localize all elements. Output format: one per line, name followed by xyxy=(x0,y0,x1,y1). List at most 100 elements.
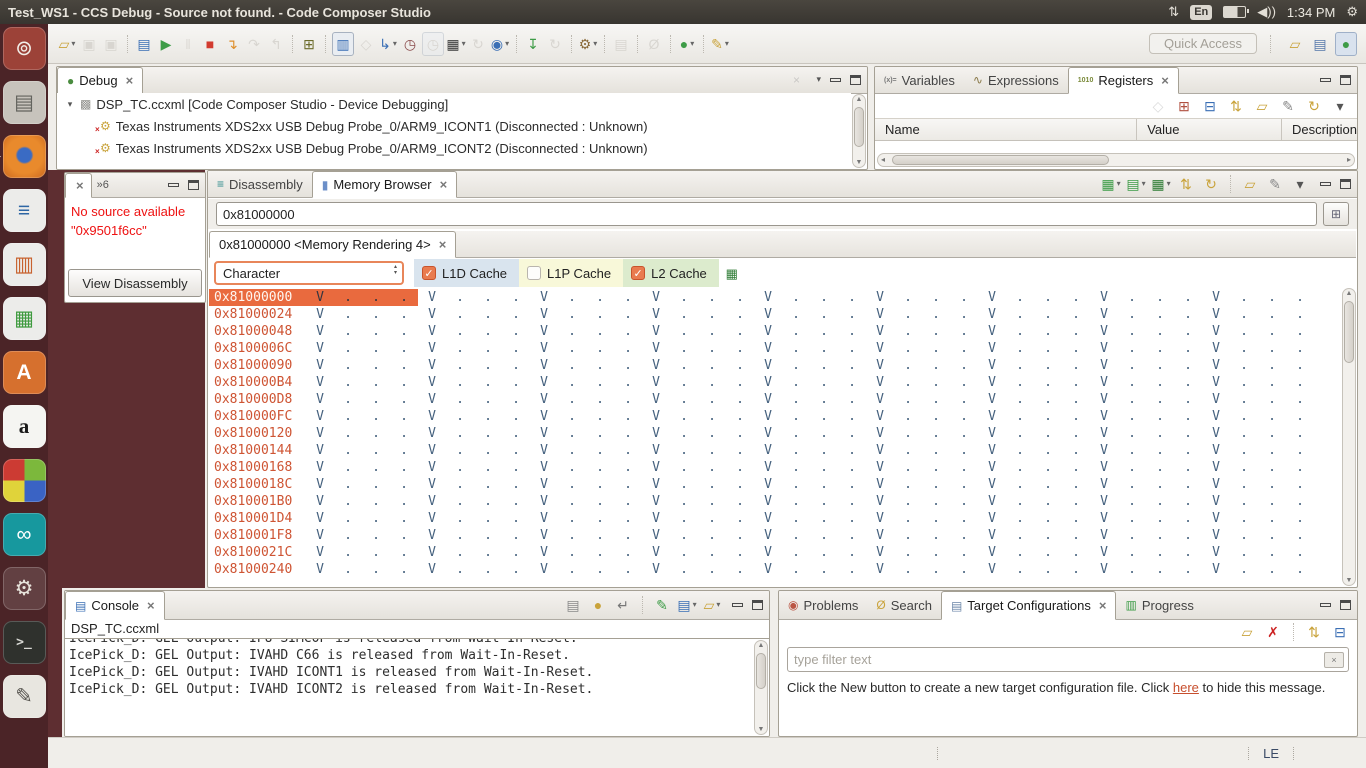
memory-cell[interactable]: . xyxy=(1006,544,1034,561)
memory-cell[interactable]: . xyxy=(1230,561,1258,578)
memory-cell[interactable]: . xyxy=(558,544,586,561)
memory-cell[interactable]: . xyxy=(1174,340,1202,357)
load-memory-icon[interactable]: ▦ ▾ xyxy=(1151,173,1171,195)
memory-cell[interactable]: . xyxy=(670,561,698,578)
memory-cell[interactable]: V xyxy=(866,357,894,374)
memory-address[interactable]: 0x810000D8 xyxy=(209,391,306,408)
memory-cell[interactable]: . xyxy=(782,306,810,323)
memory-cell[interactable]: . xyxy=(838,357,866,374)
memory-row[interactable]: 0x81000120 V... V... V... V... V... V... V... V.… xyxy=(209,425,1340,442)
memory-cell[interactable]: . xyxy=(810,561,838,578)
memory-row[interactable]: 0x81000048 V... V... V... V... V... V... V... V.… xyxy=(209,323,1340,340)
clear-filter-icon[interactable]: × xyxy=(1324,651,1344,668)
swap-icon[interactable]: ⇅ xyxy=(1176,173,1196,195)
format-select[interactable]: Character ▴ ▾ xyxy=(214,261,404,285)
terminate-icon[interactable]: ■ xyxy=(200,33,220,55)
memory-cell[interactable]: . xyxy=(894,442,922,459)
memory-cell[interactable]: . xyxy=(334,391,362,408)
memory-cell[interactable]: V xyxy=(978,323,1006,340)
memory-cell[interactable]: . xyxy=(698,442,726,459)
memory-cell[interactable]: . xyxy=(894,493,922,510)
memory-cell[interactable]: . xyxy=(950,459,978,476)
add-register-group-icon[interactable]: ⊞ xyxy=(1174,95,1194,117)
pin-view-icon[interactable]: ✎ xyxy=(1278,95,1298,117)
memory-cell[interactable]: V xyxy=(530,374,558,391)
launcher-terminal[interactable]: >_ xyxy=(2,621,46,664)
memory-cell[interactable]: . xyxy=(950,561,978,578)
memory-cell[interactable]: . xyxy=(726,357,754,374)
memory-cell[interactable]: . xyxy=(502,476,530,493)
memory-cell[interactable]: . xyxy=(1034,323,1062,340)
memory-cell[interactable]: . xyxy=(810,493,838,510)
memory-cell[interactable]: . xyxy=(334,306,362,323)
memory-cell[interactable]: . xyxy=(446,357,474,374)
trace-icon[interactable]: ↧ xyxy=(523,33,543,55)
console-output[interactable]: IcePick_D: GEL Output: IPU SIMCOP is rel… xyxy=(69,639,751,736)
memory-cell[interactable]: . xyxy=(922,391,950,408)
memory-cell[interactable]: V xyxy=(1090,391,1118,408)
memory-address[interactable]: 0x810001B0 xyxy=(209,493,306,510)
memory-cell[interactable]: . xyxy=(558,527,586,544)
memory-cell[interactable]: . xyxy=(1286,442,1314,459)
memory-cell[interactable]: . xyxy=(446,544,474,561)
new-icon[interactable]: ▱ ▾ xyxy=(57,33,77,55)
memory-cell[interactable]: V xyxy=(978,510,1006,527)
memory-cell[interactable]: . xyxy=(1258,459,1286,476)
close-icon[interactable]: × xyxy=(440,177,448,192)
memory-cell[interactable]: . xyxy=(1286,493,1314,510)
debug-tree-item[interactable]: ▾ ▩ DSP_TC.ccxml [Code Composer Studio - D… xyxy=(57,93,851,115)
memory-cell[interactable]: . xyxy=(810,306,838,323)
memory-cell[interactable]: . xyxy=(838,425,866,442)
memory-cell[interactable]: . xyxy=(1062,408,1090,425)
memory-cell[interactable]: . xyxy=(838,476,866,493)
memory-cell[interactable]: . xyxy=(362,527,390,544)
tab-debug[interactable]: ● Debug × xyxy=(57,67,144,94)
memory-cell[interactable]: . xyxy=(1174,306,1202,323)
memory-cell[interactable]: . xyxy=(474,493,502,510)
launcher-libreoffice-impress[interactable]: ▥ xyxy=(2,243,46,286)
memory-cell[interactable]: . xyxy=(894,357,922,374)
memory-cell[interactable]: . xyxy=(1118,476,1146,493)
minimize-icon[interactable] xyxy=(1320,602,1331,607)
new-target-config-icon[interactable]: ◉ ▾ xyxy=(490,33,510,55)
memory-cell[interactable]: . xyxy=(1062,493,1090,510)
tab-progress[interactable]: ▥ Progress xyxy=(1116,591,1202,619)
memory-cell[interactable]: . xyxy=(894,527,922,544)
memory-cell[interactable]: . xyxy=(1230,493,1258,510)
memory-cell[interactable]: . xyxy=(1034,442,1062,459)
memory-cell[interactable]: . xyxy=(1230,527,1258,544)
memory-cell[interactable]: . xyxy=(1146,544,1174,561)
memory-cell[interactable]: . xyxy=(558,425,586,442)
memory-cell[interactable]: . xyxy=(446,493,474,510)
memory-cell[interactable]: V xyxy=(754,544,782,561)
memory-address[interactable]: 0x81000120 xyxy=(209,425,306,442)
memory-cell[interactable]: . xyxy=(1062,306,1090,323)
memory-cell[interactable]: V xyxy=(418,306,446,323)
memory-cell[interactable]: . xyxy=(670,425,698,442)
memory-cell[interactable]: . xyxy=(390,561,418,578)
memory-cell[interactable]: V xyxy=(642,289,670,306)
memory-cell[interactable]: V xyxy=(866,340,894,357)
memory-row[interactable]: 0x810000FC V... V... V... V... V... V... V... V.… xyxy=(209,408,1340,425)
memory-cell[interactable]: . xyxy=(558,391,586,408)
memory-cell[interactable]: V xyxy=(1090,340,1118,357)
battery-icon[interactable] xyxy=(1223,6,1250,18)
memory-cell[interactable]: . xyxy=(1230,374,1258,391)
memory-cell[interactable]: . xyxy=(558,306,586,323)
memory-cell[interactable]: . xyxy=(950,442,978,459)
memory-cell[interactable]: V xyxy=(866,408,894,425)
memory-row[interactable]: 0x81000090 V... V... V... V... V... V... V... V.… xyxy=(209,357,1340,374)
memory-cell[interactable]: . xyxy=(922,357,950,374)
memory-cell[interactable]: . xyxy=(1118,391,1146,408)
memory-cell[interactable]: . xyxy=(502,408,530,425)
memory-cell[interactable]: . xyxy=(726,374,754,391)
memory-cell[interactable]: . xyxy=(586,442,614,459)
memory-cell[interactable]: V xyxy=(1090,459,1118,476)
keyboard-layout-indicator[interactable]: En xyxy=(1190,4,1213,20)
memory-address[interactable]: 0x810000B4 xyxy=(209,374,306,391)
memory-cell[interactable]: . xyxy=(726,561,754,578)
memory-cell[interactable]: . xyxy=(894,476,922,493)
memory-cell[interactable]: V xyxy=(754,374,782,391)
memory-cell[interactable]: . xyxy=(1146,374,1174,391)
memory-cell[interactable]: . xyxy=(1230,442,1258,459)
